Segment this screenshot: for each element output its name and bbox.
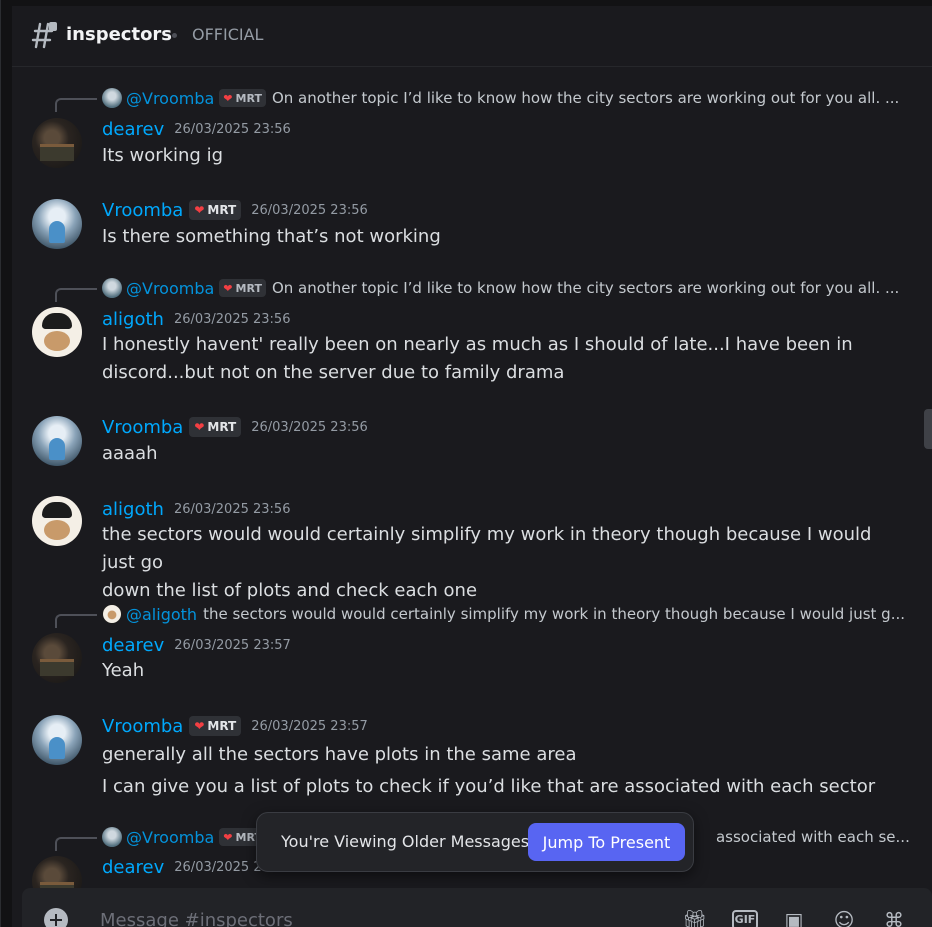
message-list: @Vroomba ❤ MRT On another topic I’d like … <box>12 68 922 888</box>
emoji-icon[interactable]: ☺ <box>832 908 856 927</box>
role-tag[interactable]: ❤ MRT <box>189 417 242 437</box>
avatar <box>102 88 122 108</box>
reply-username[interactable]: @aligoth <box>126 605 197 624</box>
role-tag-label: MRT <box>235 91 262 105</box>
heart-icon: ❤ <box>223 830 233 844</box>
reply-spine <box>55 614 97 628</box>
reply-text: On another topic I’d like to know how th… <box>271 89 900 107</box>
avatar[interactable] <box>32 496 82 546</box>
jump-to-present-button[interactable]: Jump To Present <box>528 823 685 861</box>
username[interactable]: aligoth <box>102 309 164 330</box>
message-line: generally all the sectors have plots in … <box>102 744 577 765</box>
message-text: I honestly havent' really been on nearly… <box>102 331 902 387</box>
avatar[interactable] <box>32 856 82 888</box>
message-input[interactable] <box>100 906 660 927</box>
message-text: Its working ig <box>102 145 224 166</box>
avatar <box>102 827 122 847</box>
username[interactable]: dearev <box>102 119 164 140</box>
avatar <box>102 604 122 624</box>
username[interactable]: Vroomba <box>102 200 183 221</box>
message-text: aaaah <box>102 443 158 464</box>
message-line: I can give you a list of plots to check … <box>102 776 876 797</box>
message-line: down the list of plots and check each on… <box>102 580 478 601</box>
heart-icon: ❤ <box>194 203 205 217</box>
older-messages-banner: You're Viewing Older Messages Jump To Pr… <box>256 812 694 872</box>
heart-icon: ❤ <box>223 91 233 105</box>
username[interactable]: Vroomba <box>102 417 183 438</box>
username[interactable]: dearev <box>102 635 164 656</box>
message-line: I honestly havent' really been on nearly… <box>102 334 853 355</box>
timestamp: 26/03/2025 23:56 <box>173 311 291 327</box>
avatar[interactable] <box>32 199 82 249</box>
username[interactable]: aligoth <box>102 499 164 520</box>
timestamp: 26/03/2025 23:57 <box>174 637 291 653</box>
reply-text: associated with each se... <box>715 828 910 846</box>
role-tag[interactable]: ❤ MRT <box>189 716 242 736</box>
sticker-icon[interactable]: ▣ <box>782 908 806 927</box>
timestamp: 26/03/2025 23:56 <box>251 419 368 435</box>
divider <box>0 0 1 927</box>
avatar[interactable] <box>32 633 82 683</box>
reply-text: the sectors would would certainly simpli… <box>203 605 905 623</box>
timestamp: 26/03/2025 23:56 <box>251 202 368 218</box>
reply-spine <box>55 288 97 302</box>
heart-icon: ❤ <box>223 281 233 295</box>
heart-icon: ❤ <box>194 719 205 733</box>
reply-preview[interactable]: @aligoth the sectors would would certain… <box>12 602 922 628</box>
reply-spine <box>55 98 97 112</box>
avatar[interactable] <box>32 307 82 357</box>
top-bar <box>12 0 932 6</box>
role-tag[interactable]: ❤ MRT <box>189 200 242 220</box>
channel-header: inspectors OFFICIAL <box>12 0 932 67</box>
reply-username[interactable]: @Vroomba <box>126 828 214 847</box>
role-tag: ❤ MRT <box>219 279 266 297</box>
message-composer: 🎁︎ GIF ▣ ☺ ⌘ <box>22 888 932 927</box>
reply-username[interactable]: @Vroomba <box>126 279 214 298</box>
avatar <box>102 278 122 298</box>
add-attachment-icon[interactable] <box>44 908 68 927</box>
channel-name: inspectors <box>66 24 173 45</box>
message-text: the sectors would would certainly simpli… <box>102 521 902 605</box>
timestamp: 26/03/2025 23:56 <box>174 121 291 137</box>
message-line: the sectors would would certainly simpli… <box>102 524 872 573</box>
role-tag-label: MRT <box>235 281 262 295</box>
avatar[interactable] <box>32 416 82 466</box>
message-line: discord...but not on the server due to f… <box>102 362 565 383</box>
channel-topic[interactable]: OFFICIAL <box>192 25 263 44</box>
server-sidebar-edge <box>0 0 12 927</box>
avatar[interactable] <box>32 715 82 765</box>
role-tag: ❤ MRT <box>219 89 266 107</box>
reply-preview[interactable]: @Vroomba ❤ MRT On another topic I’d like … <box>12 86 922 112</box>
role-tag-label: MRT <box>207 203 237 217</box>
reply-text: On another topic I’d like to know how th… <box>271 279 900 297</box>
role-tag-label: MRT <box>207 420 237 434</box>
timestamp: 26/03/2025 23:57 <box>251 718 368 734</box>
username[interactable]: Vroomba <box>102 716 183 737</box>
reply-username[interactable]: @Vroomba <box>126 89 214 108</box>
message-text: Yeah <box>102 660 145 681</box>
gift-icon[interactable]: 🎁︎ <box>682 908 707 927</box>
username[interactable]: dearev <box>102 857 164 878</box>
separator-dot <box>172 33 177 38</box>
timestamp: 26/03/2025 23:56 <box>173 501 291 517</box>
heart-icon: ❤ <box>194 420 205 434</box>
older-messages-label: You're Viewing Older Messages <box>281 832 530 851</box>
message-text: Is there something that’s not working <box>102 226 441 247</box>
apps-icon[interactable]: ⌘ <box>882 908 906 927</box>
message-text: generally all the sectors have plots in … <box>102 739 902 803</box>
reply-spine <box>55 837 97 851</box>
avatar[interactable] <box>32 118 82 168</box>
scrollbar-thumb[interactable] <box>924 409 932 449</box>
threads-hash-icon[interactable] <box>30 20 58 50</box>
role-tag-label: MRT <box>207 719 237 733</box>
reply-preview[interactable]: @Vroomba ❤ MRT On another topic I’d like … <box>12 276 922 302</box>
gif-icon[interactable]: GIF <box>732 910 758 927</box>
